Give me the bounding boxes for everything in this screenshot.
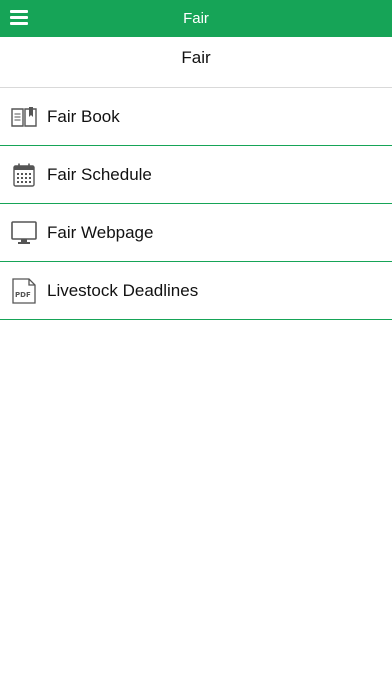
- list-item-fair-webpage[interactable]: Fair Webpage: [0, 204, 392, 262]
- list-item-livestock-deadlines[interactable]: PDF Livestock Deadlines: [0, 262, 392, 320]
- list-item-fair-book[interactable]: Fair Book: [0, 88, 392, 146]
- list-item-label: Livestock Deadlines: [47, 280, 199, 300]
- fair-menu-list: Fair Book Fair Schedule Fair Webpage PDF…: [0, 88, 392, 320]
- top-navigation-bar: Fair: [0, 0, 392, 37]
- page-title: Fair: [0, 37, 392, 88]
- pdf-file-icon: PDF: [11, 277, 37, 304]
- list-item-label: Fair Webpage: [47, 222, 154, 242]
- list-item-label: Fair Schedule: [47, 164, 152, 184]
- book-icon: [11, 104, 37, 130]
- app-screen: Fair Fair Fair Book Fair Schedule Fair W…: [0, 0, 392, 696]
- svg-text:PDF: PDF: [15, 291, 31, 299]
- hamburger-menu-icon[interactable]: [10, 10, 28, 25]
- monitor-icon: [11, 220, 37, 246]
- calendar-icon: [11, 162, 37, 188]
- list-item-fair-schedule[interactable]: Fair Schedule: [0, 146, 392, 204]
- list-item-label: Fair Book: [47, 106, 120, 126]
- topbar-title: Fair: [183, 10, 209, 27]
